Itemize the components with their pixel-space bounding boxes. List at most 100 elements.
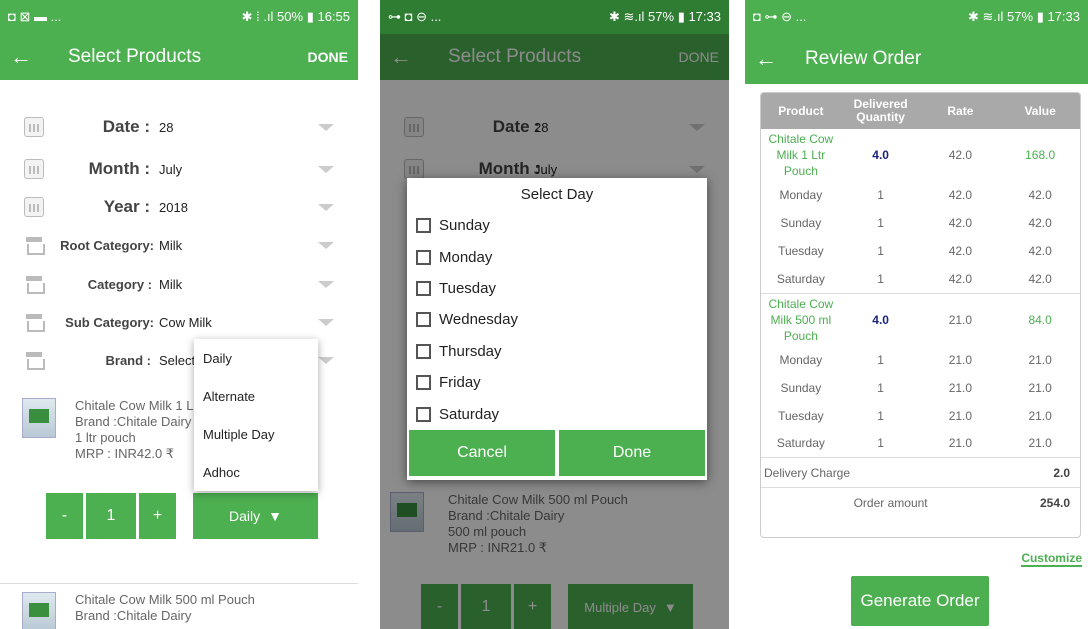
chevron-down-icon[interactable] (318, 123, 334, 131)
year-row[interactable]: Year : 2018 (0, 192, 358, 222)
select-day-dialog: Select Day Sunday Monday Tuesday Wednesd… (407, 178, 707, 480)
category-label: Category : (87, 276, 152, 292)
checkbox[interactable] (416, 312, 431, 328)
table-header: Product Delivered Quantity Rate Value (761, 93, 1080, 129)
column-header: Product (761, 93, 841, 129)
decrement-button[interactable]: - (46, 493, 83, 539)
day-option-friday[interactable]: Friday (407, 367, 707, 398)
back-arrow-icon[interactable]: ← (10, 44, 50, 70)
column-header: Rate (920, 93, 1001, 129)
value-cell: 42.0 (1028, 244, 1052, 258)
day-option-monday[interactable]: Monday (407, 241, 707, 272)
rate-cell: 21.0 (948, 436, 973, 451)
menu-item-adhoc[interactable]: Adhoc (194, 453, 318, 491)
cancel-button[interactable]: Cancel (409, 430, 555, 476)
status-bar: ◘ ⊶ ⊖ ... ✱ ≋.ıl 57% ▮ 17:33 (745, 0, 1088, 34)
order-amount-label: Order amount (761, 487, 1001, 518)
day-option-sunday[interactable]: Sunday (407, 210, 707, 241)
table-row: Monday 1 21.0 21.0 (761, 346, 1080, 374)
product-image (22, 592, 56, 629)
screen-review-order: ◘ ⊶ ⊖ ... ✱ ≋.ıl 57% ▮ 17:33 ← Review Or… (745, 0, 1088, 629)
chevron-down-icon[interactable] (318, 280, 334, 288)
month-label: Month : (88, 159, 150, 178)
frequency-dropdown[interactable]: Daily ▼ (193, 493, 318, 539)
status-left: ⊶ ◘ ⊖ ... (388, 9, 442, 24)
product-details: Chitale Cow Milk 1 L Brand :Chitale Dair… (75, 398, 194, 462)
store-icon (24, 274, 45, 294)
quantity-cell: 1 (877, 244, 884, 258)
checkbox[interactable] (416, 249, 431, 265)
day-label: Sunday (439, 217, 490, 235)
customize-link[interactable]: Customize (1021, 551, 1082, 567)
chevron-down-icon[interactable] (318, 241, 334, 249)
store-icon (24, 235, 45, 255)
checkbox[interactable] (416, 343, 431, 359)
done-button[interactable]: DONE (308, 49, 348, 65)
caret-down-icon: ▼ (268, 508, 282, 524)
day-label: Saturday (439, 405, 500, 423)
date-label: Date : (102, 117, 150, 136)
day-option-wednesday[interactable]: Wednesday (407, 304, 707, 335)
day-cell: Saturday (776, 271, 825, 286)
screen-select-products: ◘ ⊠ ▬ ... ✱ ⁞ .ıl 50% ▮ 16:55 ← Select P… (0, 0, 358, 629)
delivery-charge-row: Delivery Charge 2.0 (761, 457, 1080, 488)
generate-order-button[interactable]: Generate Order (851, 576, 989, 626)
dialog-title: Select Day (520, 185, 594, 203)
day-option-saturday[interactable]: Saturday (407, 398, 707, 429)
rate-cell: 42.0 (948, 244, 973, 258)
column-header: Value (1000, 93, 1080, 129)
sub-category-row[interactable]: Sub Category: Cow Milk (0, 307, 358, 337)
chevron-down-icon[interactable] (318, 165, 334, 173)
store-icon (24, 312, 45, 332)
rate-cell: 21.0 (948, 408, 973, 423)
checkbox[interactable] (416, 280, 431, 296)
category-row[interactable]: Category : Milk (0, 269, 358, 299)
chevron-down-icon[interactable] (318, 318, 334, 326)
brand-label: Brand : (105, 352, 152, 368)
brand-value: Select (159, 352, 196, 368)
quantity-field[interactable]: 1 (86, 493, 136, 539)
page-title: Review Order (805, 48, 922, 69)
checkbox[interactable] (416, 375, 431, 391)
screen-select-day: ⊶ ◘ ⊖ ... ✱ ≋.ıl 57% ▮ 17:33 ← Select Pr… (380, 0, 729, 629)
app-bar: ← Review Order (745, 34, 1088, 84)
product-mrp: MRP : INR42.0 ₹ (75, 446, 175, 461)
quantity-cell: 1 (877, 436, 884, 451)
value-cell: 42.0 (1028, 216, 1052, 230)
status-bar: ◘ ⊠ ▬ ... ✱ ⁞ .ıl 50% ▮ 16:55 (0, 0, 358, 34)
root-category-row[interactable]: Root Category: Milk (0, 230, 358, 260)
chevron-down-icon[interactable] (318, 356, 334, 364)
menu-item-alternate[interactable]: Alternate (194, 377, 318, 415)
table-row: Monday 1 42.0 42.0 (761, 181, 1080, 209)
back-arrow-icon[interactable]: ← (755, 46, 795, 72)
day-option-tuesday[interactable]: Tuesday (407, 273, 707, 304)
date-value: 28 (159, 119, 174, 135)
year-label: Year : (103, 197, 150, 216)
checkbox[interactable] (416, 406, 431, 422)
status-bar: ⊶ ◘ ⊖ ... ✱ ≋.ıl 57% ▮ 17:33 (380, 0, 729, 34)
menu-item-daily[interactable]: Daily (194, 339, 318, 377)
root-category-value: Milk (159, 237, 183, 253)
done-button[interactable]: Done (559, 430, 705, 476)
product-row: Chitale Cow Milk 1 Ltr Pouch 4.0 42.0 16… (761, 129, 1080, 181)
menu-item-multiple-day[interactable]: Multiple Day (194, 415, 318, 453)
day-label: Tuesday (439, 279, 496, 297)
app-bar: ← Select Products DONE (0, 34, 358, 80)
product-name: Chitale Cow Milk 1 Ltr Pouch (768, 132, 834, 178)
product-name: Chitale Cow Milk 500 ml Pouch (761, 292, 841, 346)
month-row[interactable]: Month : July (0, 154, 358, 184)
day-cell: Tuesday (778, 408, 824, 423)
increment-button[interactable]: + (139, 493, 176, 539)
order-amount-row: Order amount 254.0 (761, 487, 1080, 518)
status-left: ◘ ⊶ ⊖ ... (753, 9, 807, 24)
value-cell: 42.0 (1028, 271, 1052, 286)
day-option-thursday[interactable]: Thursday (407, 336, 707, 367)
chevron-down-icon[interactable] (318, 203, 334, 211)
page-title: Select Products (68, 46, 202, 67)
table-row: Sunday 1 21.0 21.0 (761, 374, 1080, 402)
quantity-cell: 1 (877, 216, 884, 230)
product-brand: Brand :Chitale Dairy (75, 414, 192, 429)
date-row[interactable]: Date : 28 (0, 112, 358, 142)
checkbox[interactable] (416, 218, 431, 234)
table-row: Saturday 1 21.0 21.0 (761, 430, 1080, 458)
